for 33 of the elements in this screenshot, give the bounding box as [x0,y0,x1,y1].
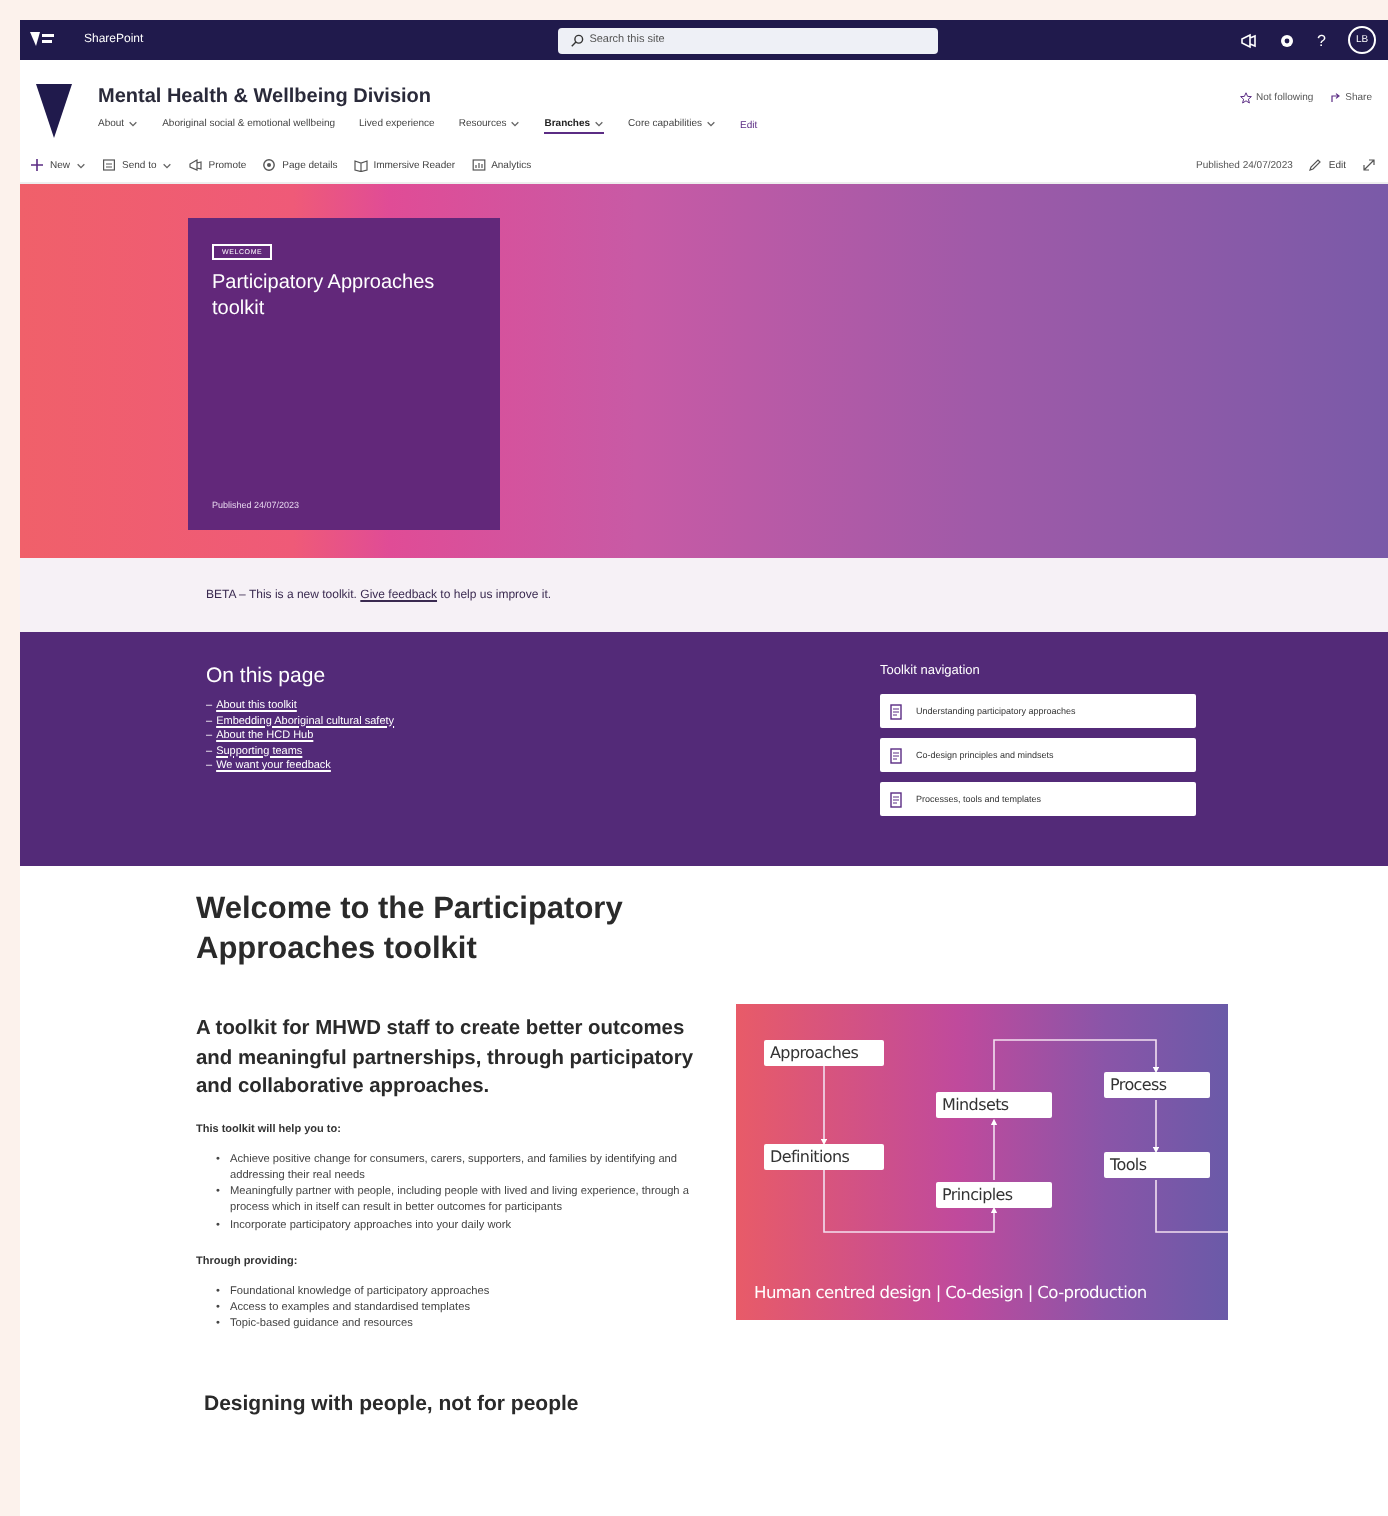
diagram-caption: Human centred design | Co-design | Co-production [754,1282,1147,1302]
megaphone-icon [1239,31,1258,49]
section-heading: Designing with people, not for people [204,1392,581,1416]
vic-logo-icon [36,80,72,140]
diagram-node: Principles [936,1182,1052,1208]
intro-heading: A toolkit for MHWD staff to create better outcomes and meaningful partnerships, through participatory and collaborative approaches. [196,1016,695,1102]
document-icon [890,747,904,763]
diagram-node: Mindsets [936,1092,1052,1118]
connector-arrow [820,1065,828,1146]
help-button[interactable]: ? [1315,31,1328,49]
star-icon [1240,92,1253,104]
site-title[interactable]: Mental Health & Wellbeing Division [98,86,758,108]
page-title: Participatory Approaches toolkit [212,270,437,322]
document-icon [102,158,117,172]
plus-icon [30,158,44,172]
diagram-node: Process [1104,1072,1210,1098]
connector-arrow [1152,1099,1160,1154]
document-icon [890,791,904,807]
document-icon [890,703,904,719]
share-icon [1329,92,1342,104]
diagram-node: Tools [1104,1152,1210,1178]
search-icon [569,33,584,47]
page-heading: Welcome to the Participatory Approaches toolkit [196,890,625,971]
gear-icon [262,158,277,172]
settings-icon [1277,31,1296,49]
section-heading: On this page [206,664,328,688]
book-icon [353,158,368,172]
chart-icon [471,158,486,172]
diagram-node: Approaches [764,1040,884,1066]
expand-icon [1362,158,1376,172]
diagram-node: Definitions [764,1144,884,1170]
megaphone-icon [188,158,203,172]
pencil-icon [1308,158,1323,172]
